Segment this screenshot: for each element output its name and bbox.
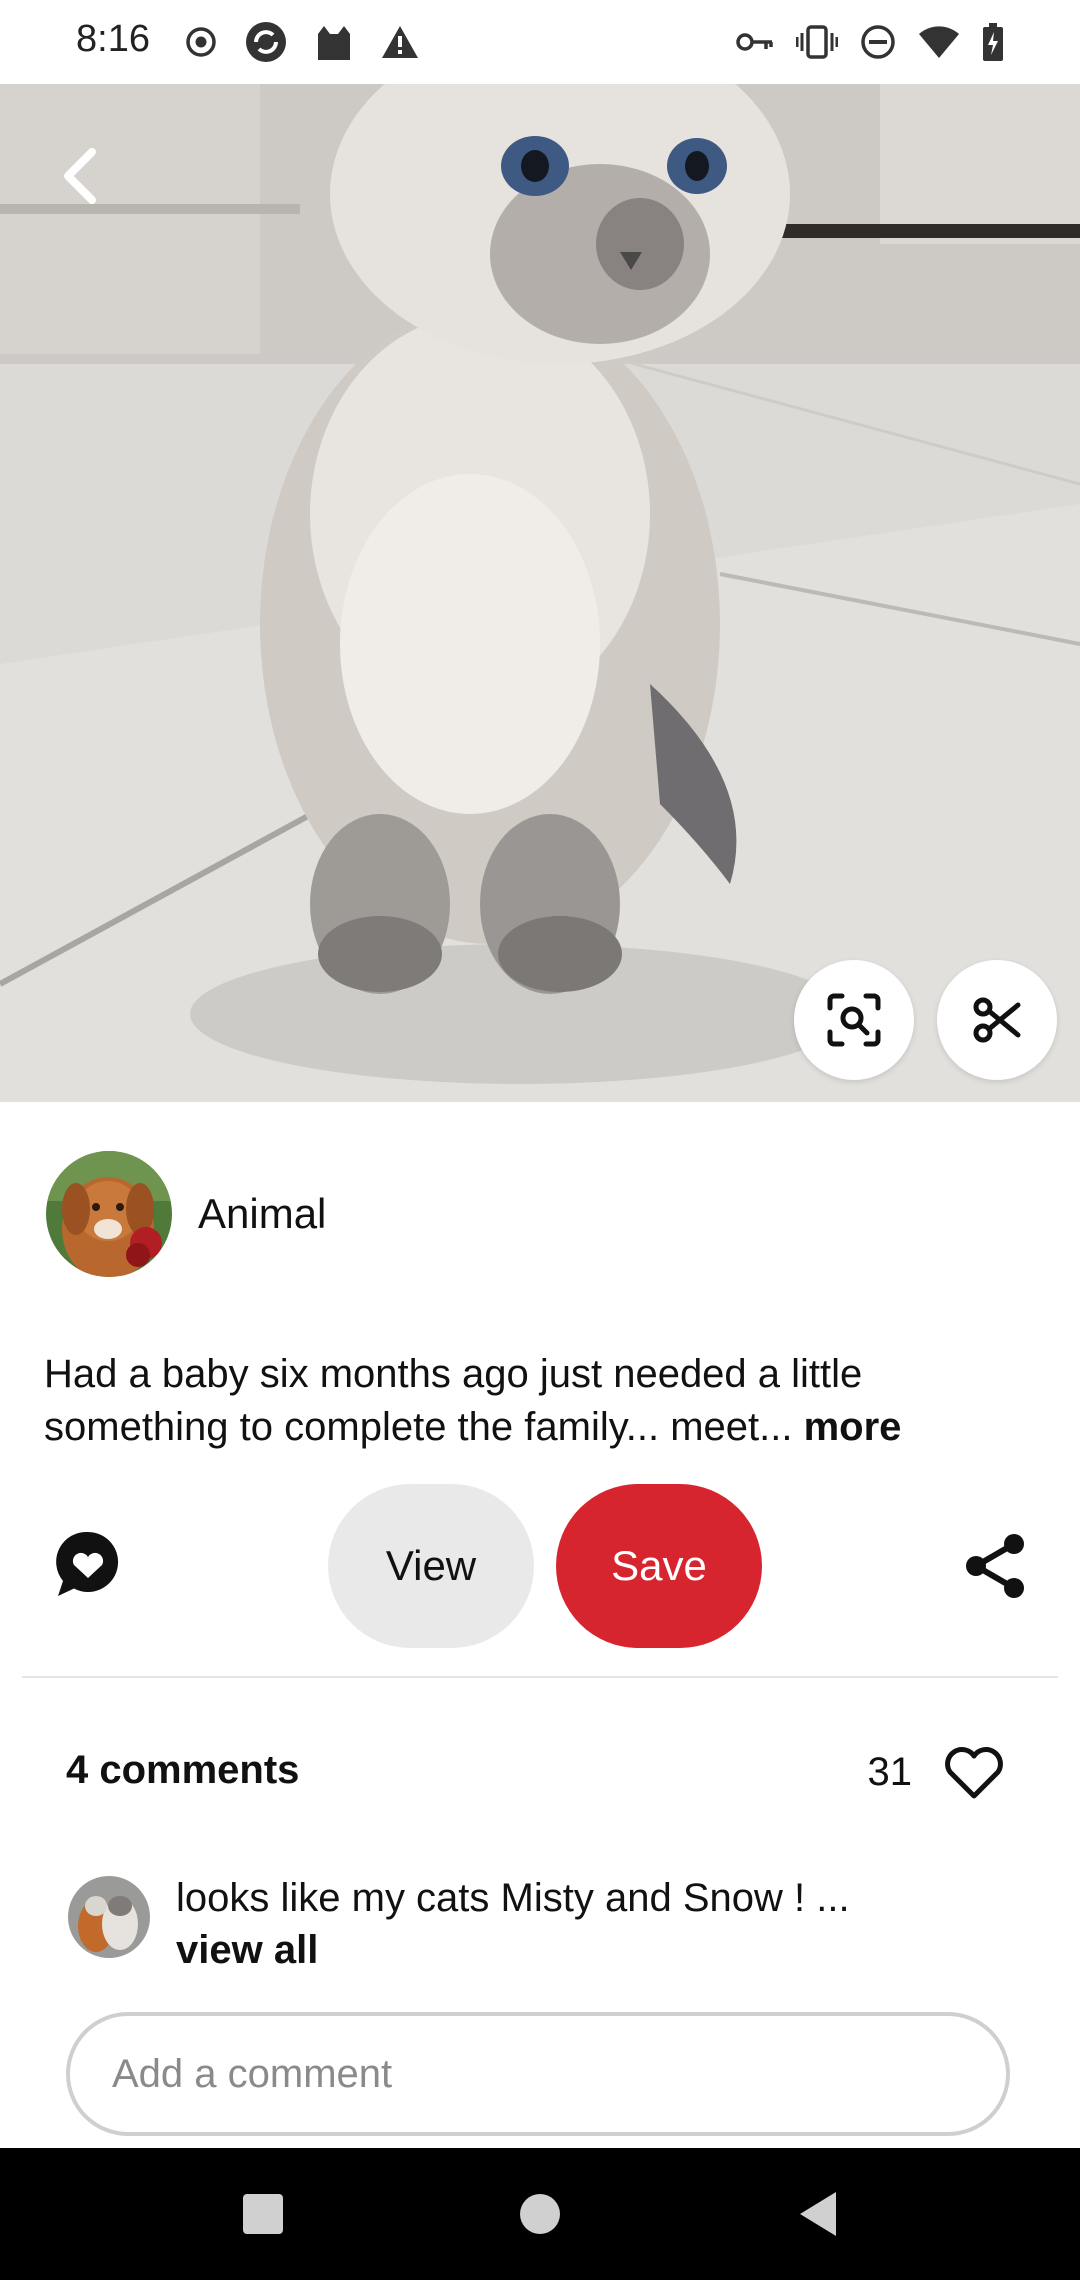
comment-preview[interactable]: looks like my cats Misty and Snow ! ... …: [68, 1872, 1028, 1976]
action-row: View Save: [0, 1484, 1080, 1648]
comment-text: looks like my cats Misty and Snow ! ...: [176, 1876, 850, 1920]
share-icon: [966, 1534, 1024, 1598]
status-bar: 8:16: [0, 0, 1080, 84]
chevron-left-icon: [64, 148, 96, 204]
triangle-back-icon: [800, 2192, 836, 2236]
status-time: 8:16: [76, 18, 150, 60]
view-button[interactable]: View: [328, 1484, 534, 1648]
share-button[interactable]: [960, 1530, 1032, 1602]
visual-search-icon: [827, 993, 881, 1047]
creator-row[interactable]: Animal: [46, 1150, 326, 1278]
description-text: Had a baby six months ago just needed a …: [44, 1352, 863, 1449]
status-icons-left: [184, 18, 420, 66]
back-button[interactable]: [40, 136, 120, 216]
pin-image[interactable]: [0, 84, 1080, 1102]
record-icon: [186, 27, 216, 57]
cat-icon: [318, 26, 350, 60]
pin-description: Had a baby six months ago just needed a …: [44, 1348, 1024, 1454]
square-icon: [243, 2194, 283, 2234]
system-nav-bar: [0, 2148, 1080, 2280]
recents-button[interactable]: [227, 2178, 299, 2250]
add-comment-input[interactable]: [66, 2012, 1010, 2136]
creator-name[interactable]: Animal: [198, 1190, 326, 1238]
home-button[interactable]: [504, 2178, 576, 2250]
scissors-icon: [973, 997, 1021, 1043]
heart-outline-icon: [945, 1747, 1003, 1799]
cats-avatar-icon: [68, 1876, 150, 1958]
save-button[interactable]: Save: [556, 1484, 762, 1648]
divider: [22, 1676, 1058, 1678]
view-all-comments-link[interactable]: view all: [176, 1924, 850, 1976]
cutout-button[interactable]: [937, 960, 1057, 1080]
comment-body: looks like my cats Misty and Snow ! ... …: [176, 1872, 850, 1976]
commenter-avatar[interactable]: [68, 1876, 150, 1958]
warning-icon: [382, 26, 418, 58]
comment-reaction-button[interactable]: [52, 1528, 124, 1600]
status-icons-right: [736, 18, 1004, 66]
sync-icon: [246, 22, 286, 62]
wifi-icon: [919, 26, 959, 58]
battery-charging-icon: [983, 23, 1003, 61]
more-link[interactable]: more: [804, 1405, 902, 1449]
likes: 31: [868, 1742, 1007, 1802]
like-button[interactable]: [942, 1742, 1006, 1802]
key-icon: [736, 33, 773, 51]
vibrate-icon: [796, 25, 838, 59]
visual-search-button[interactable]: [794, 960, 914, 1080]
dnd-icon: [861, 25, 895, 59]
kitten-photo: [0, 84, 1080, 1102]
creator-avatar[interactable]: [46, 1151, 172, 1277]
likes-count: 31: [867, 1749, 913, 1794]
speech-bubble-heart-icon: [56, 1531, 119, 1596]
system-back-button[interactable]: [782, 2178, 854, 2250]
comments-count: 4 comments: [66, 1748, 300, 1792]
dog-avatar-icon: [46, 1151, 172, 1277]
circle-icon: [520, 2194, 560, 2234]
